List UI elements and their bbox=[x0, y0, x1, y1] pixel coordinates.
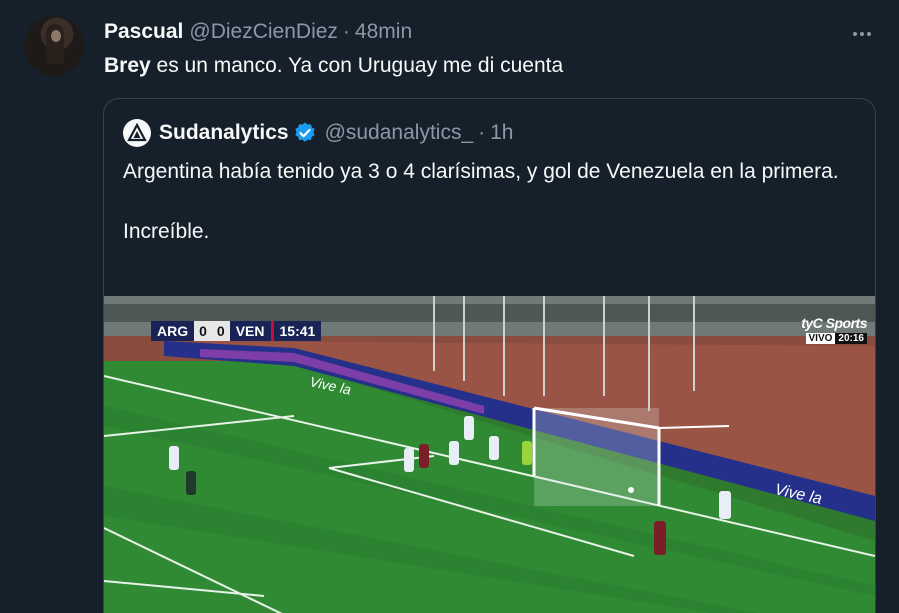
tweet-text-body: es un manco. Ya con Uruguay me di cuenta bbox=[150, 54, 564, 77]
user-handle[interactable]: @DiezCienDiez bbox=[189, 20, 338, 44]
broadcaster-name: tyC Sports bbox=[801, 315, 867, 331]
quote-header: Sudanalytics @sudanalytics_ · 1h bbox=[123, 119, 513, 147]
scorebug: ARG 0 0 VEN 15:41 bbox=[151, 321, 322, 341]
scorebug-away-score: 0 bbox=[211, 321, 230, 341]
quote-display-name[interactable]: Sudanalytics bbox=[159, 121, 289, 145]
match-video-still[interactable]: Vive la Vive la ARG 0 0 VEN 15:41 tyC Sp… bbox=[104, 296, 875, 613]
tweet-header: Pascual @DiezCienDiez · 48min bbox=[104, 18, 412, 46]
more-icon bbox=[853, 32, 857, 36]
quote-paragraph: Increíble. bbox=[123, 220, 210, 243]
tweet-text-bold: Brey bbox=[104, 54, 151, 77]
quote-user-handle[interactable]: @sudanalytics_ bbox=[325, 121, 474, 145]
scorebug-clock: 15:41 bbox=[270, 321, 322, 341]
separator-dot: · bbox=[342, 20, 350, 43]
display-name[interactable]: Pascual bbox=[104, 20, 183, 44]
verified-badge-icon bbox=[294, 122, 315, 142]
scorebug-home-score: 0 bbox=[194, 321, 212, 341]
scorebug-away-team: VEN bbox=[229, 321, 271, 341]
broadcaster-logo: tyC Sports VIVO 20:16 bbox=[801, 315, 867, 344]
quote-timestamp[interactable]: 1h bbox=[490, 121, 513, 145]
avatar[interactable] bbox=[24, 16, 84, 76]
quote-separator-dot: · bbox=[478, 121, 486, 144]
quoted-tweet[interactable]: Sudanalytics @sudanalytics_ · 1h Argenti… bbox=[103, 98, 876, 613]
tweet[interactable]: Pascual @DiezCienDiez · 48min Brey es un… bbox=[0, 0, 899, 613]
quote-avatar[interactable] bbox=[123, 119, 151, 147]
match-scene-image: Vive la Vive la bbox=[104, 296, 875, 613]
sudanalytics-logo-icon bbox=[127, 123, 147, 142]
live-time: 20:16 bbox=[835, 333, 867, 344]
scorebug-home-team: ARG bbox=[151, 321, 195, 341]
live-label: VIVO bbox=[805, 333, 836, 344]
live-indicator: VIVO 20:16 bbox=[801, 333, 867, 344]
more-options-button[interactable] bbox=[847, 22, 877, 46]
quote-text: Argentina había tenido ya 3 o 4 clarísim… bbox=[123, 157, 843, 277]
quote-paragraph: Argentina había tenido ya 3 o 4 clarísim… bbox=[123, 160, 839, 183]
timestamp[interactable]: 48min bbox=[355, 20, 412, 44]
tweet-text: Brey es un manco. Ya con Uruguay me di c… bbox=[104, 52, 563, 80]
